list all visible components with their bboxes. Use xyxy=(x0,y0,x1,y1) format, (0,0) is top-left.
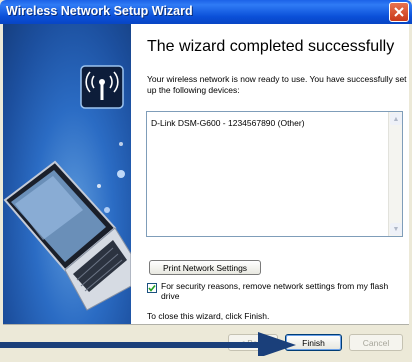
completion-description: Your wireless network is now ready to us… xyxy=(147,74,407,95)
list-item[interactable]: D-Link DSM-G600 - 1234567890 (Other) xyxy=(151,118,305,128)
close-icon xyxy=(394,7,404,17)
scroll-down-icon[interactable]: ▼ xyxy=(390,223,402,235)
scroll-up-icon[interactable]: ▲ xyxy=(390,113,402,125)
wizard-content: The wizard completed successfully Your w… xyxy=(136,24,409,324)
title-bar[interactable]: Wireless Network Setup Wizard xyxy=(0,0,412,24)
close-button[interactable] xyxy=(389,2,409,22)
wizard-window: Wireless Network Setup Wizard The wizard… xyxy=(0,0,412,362)
wizard-side-graphic xyxy=(3,24,131,324)
remove-settings-label: For security reasons, remove network set… xyxy=(161,281,389,301)
wireless-antenna-icon xyxy=(80,65,124,109)
device-list-scrollbar[interactable]: ▲ ▼ xyxy=(388,112,402,236)
device-list[interactable]: D-Link DSM-G600 - 1234567890 (Other) ▲ ▼ xyxy=(146,111,403,237)
print-network-settings-button[interactable]: Print Network Settings xyxy=(149,260,261,275)
remove-settings-checkbox[interactable] xyxy=(147,283,157,293)
close-instruction: To close this wizard, click Finish. xyxy=(147,311,270,321)
checkmark-icon xyxy=(148,285,156,292)
window-title: Wireless Network Setup Wizard xyxy=(6,4,193,18)
wizard-footer: < Back Finish Cancel xyxy=(3,324,409,359)
side-graphic-art xyxy=(3,65,131,311)
laptop-icon xyxy=(3,160,131,311)
window-body: The wizard completed successfully Your w… xyxy=(3,24,409,359)
finish-button[interactable]: Finish xyxy=(285,334,342,351)
back-button[interactable]: < Back xyxy=(228,334,278,351)
page-title: The wizard completed successfully xyxy=(147,38,395,55)
cancel-button[interactable]: Cancel xyxy=(349,334,403,351)
